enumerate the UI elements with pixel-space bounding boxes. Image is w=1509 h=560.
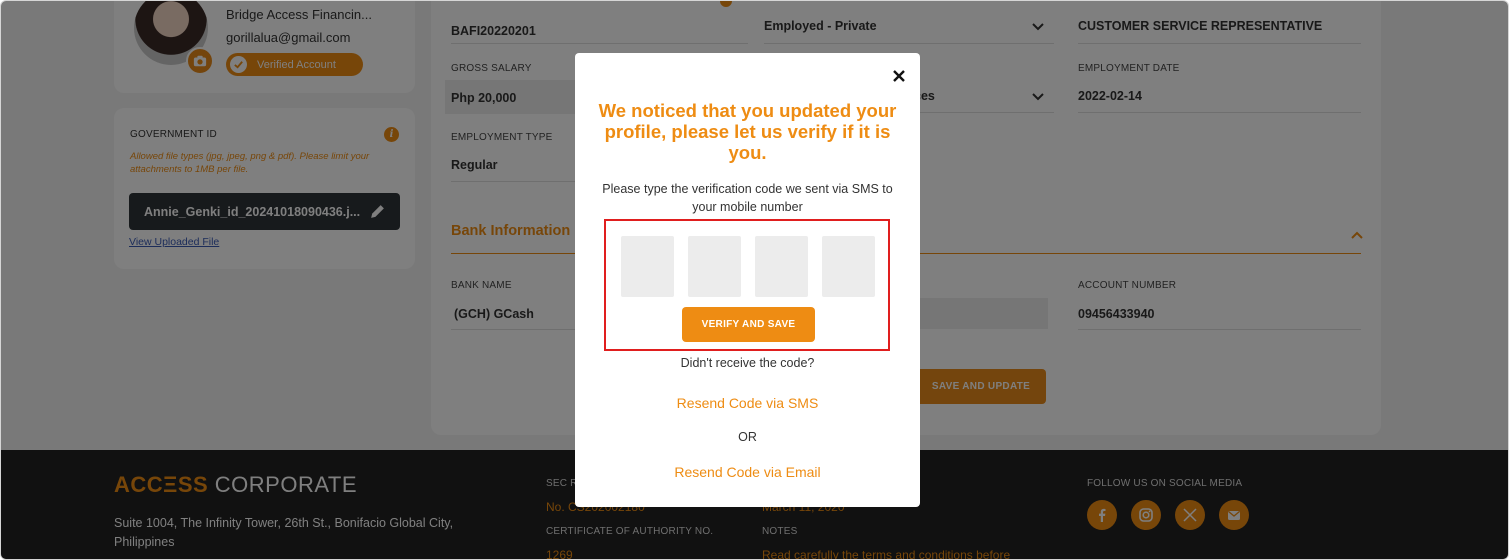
code-digit-4-input[interactable] [822,236,875,297]
close-icon[interactable] [892,69,906,83]
verification-code-area: VERIFY AND SAVE [604,219,890,351]
verify-and-save-button[interactable]: VERIFY AND SAVE [682,307,815,342]
browser-frame: Bridge Access Financin... gorillalua@gma… [0,0,1509,560]
code-digit-1-input[interactable] [621,236,674,297]
code-digit-2-input[interactable] [688,236,741,297]
resend-email-link[interactable]: Resend Code via Email [595,464,900,480]
or-separator: OR [738,430,757,444]
resend-sms-link[interactable]: Resend Code via SMS [595,395,900,411]
modal-description: Please type the verification code we sen… [602,182,893,214]
no-code-text: Didn't receive the code? [680,356,815,370]
modal-title: We noticed that you updated your profile… [598,100,897,163]
verification-modal: We noticed that you updated your profile… [575,53,920,507]
code-digit-3-input[interactable] [755,236,808,297]
